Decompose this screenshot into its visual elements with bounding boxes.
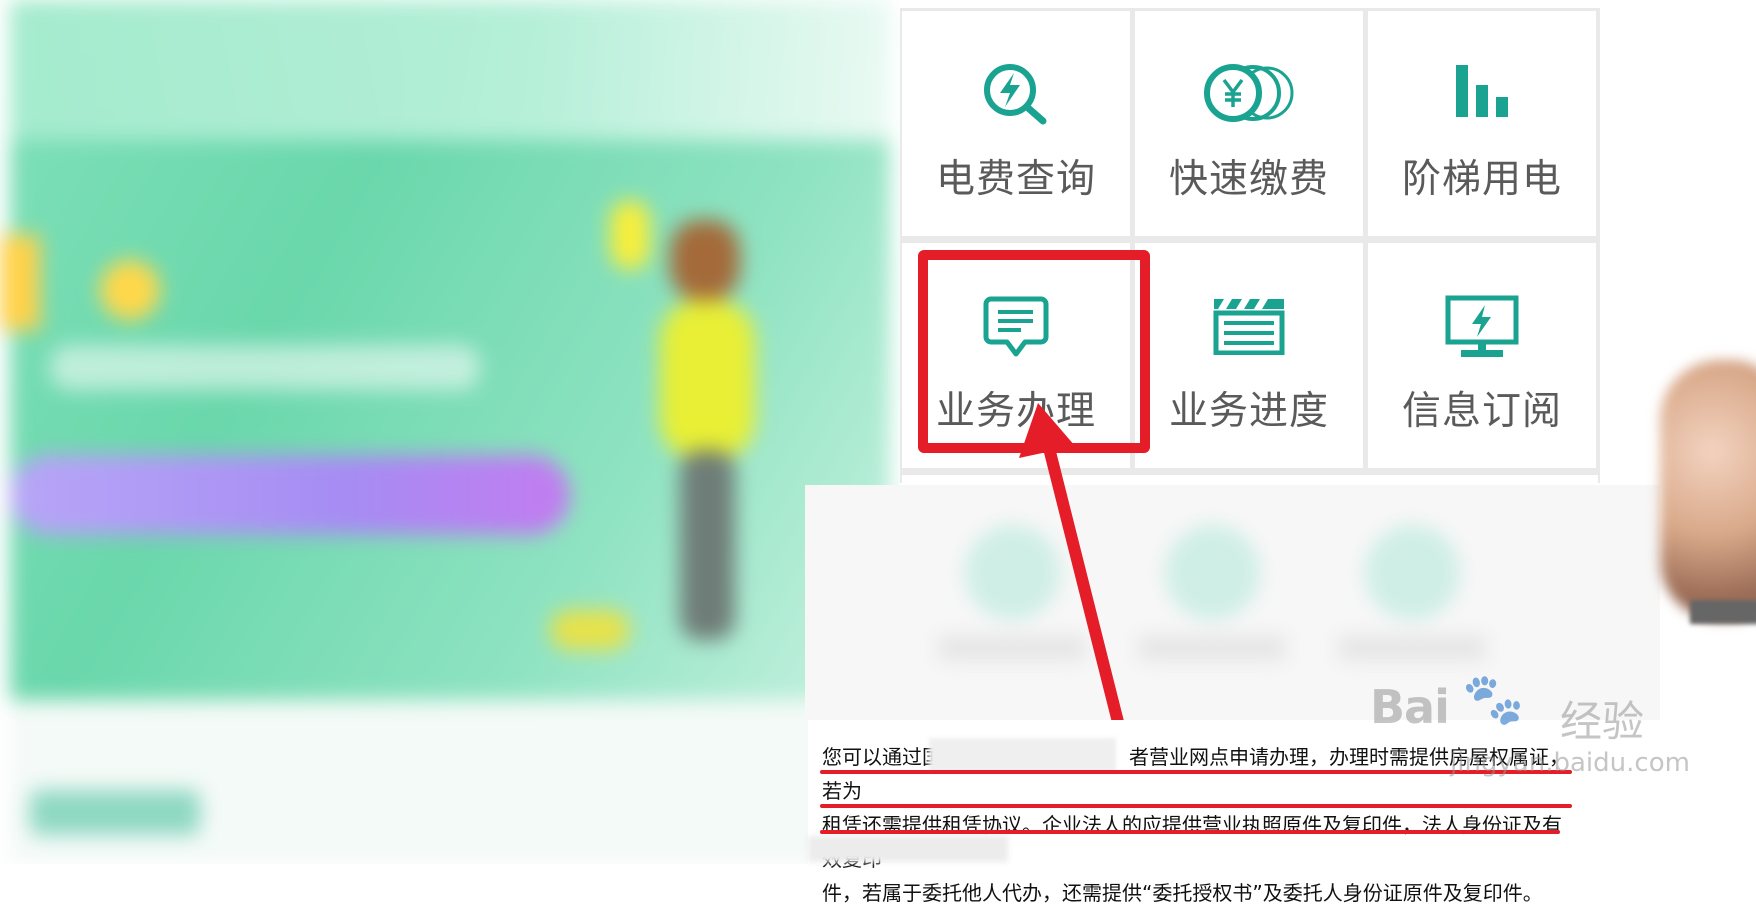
watermark-cn: 经验 xyxy=(1560,697,1645,746)
baidu-jingyan-watermark: Bai 🐾 经验 jingyan.baidu.com xyxy=(1370,670,1690,810)
watermark-url: jingyan.baidu.com xyxy=(1450,748,1690,778)
instruction-line1-start: 您可以通过国 xyxy=(822,745,942,769)
redacted-region xyxy=(929,738,1116,772)
watermark-brand: Bai xyxy=(1370,680,1450,734)
red-underline xyxy=(820,830,1560,834)
paw-icon: 🐾 xyxy=(1462,670,1525,728)
instruction-line3: 件，若属于委托他人代办，还需提供“委托授权书”及委托人身份证原件及复印件。 xyxy=(822,881,1543,905)
redacted-region xyxy=(808,836,1008,862)
